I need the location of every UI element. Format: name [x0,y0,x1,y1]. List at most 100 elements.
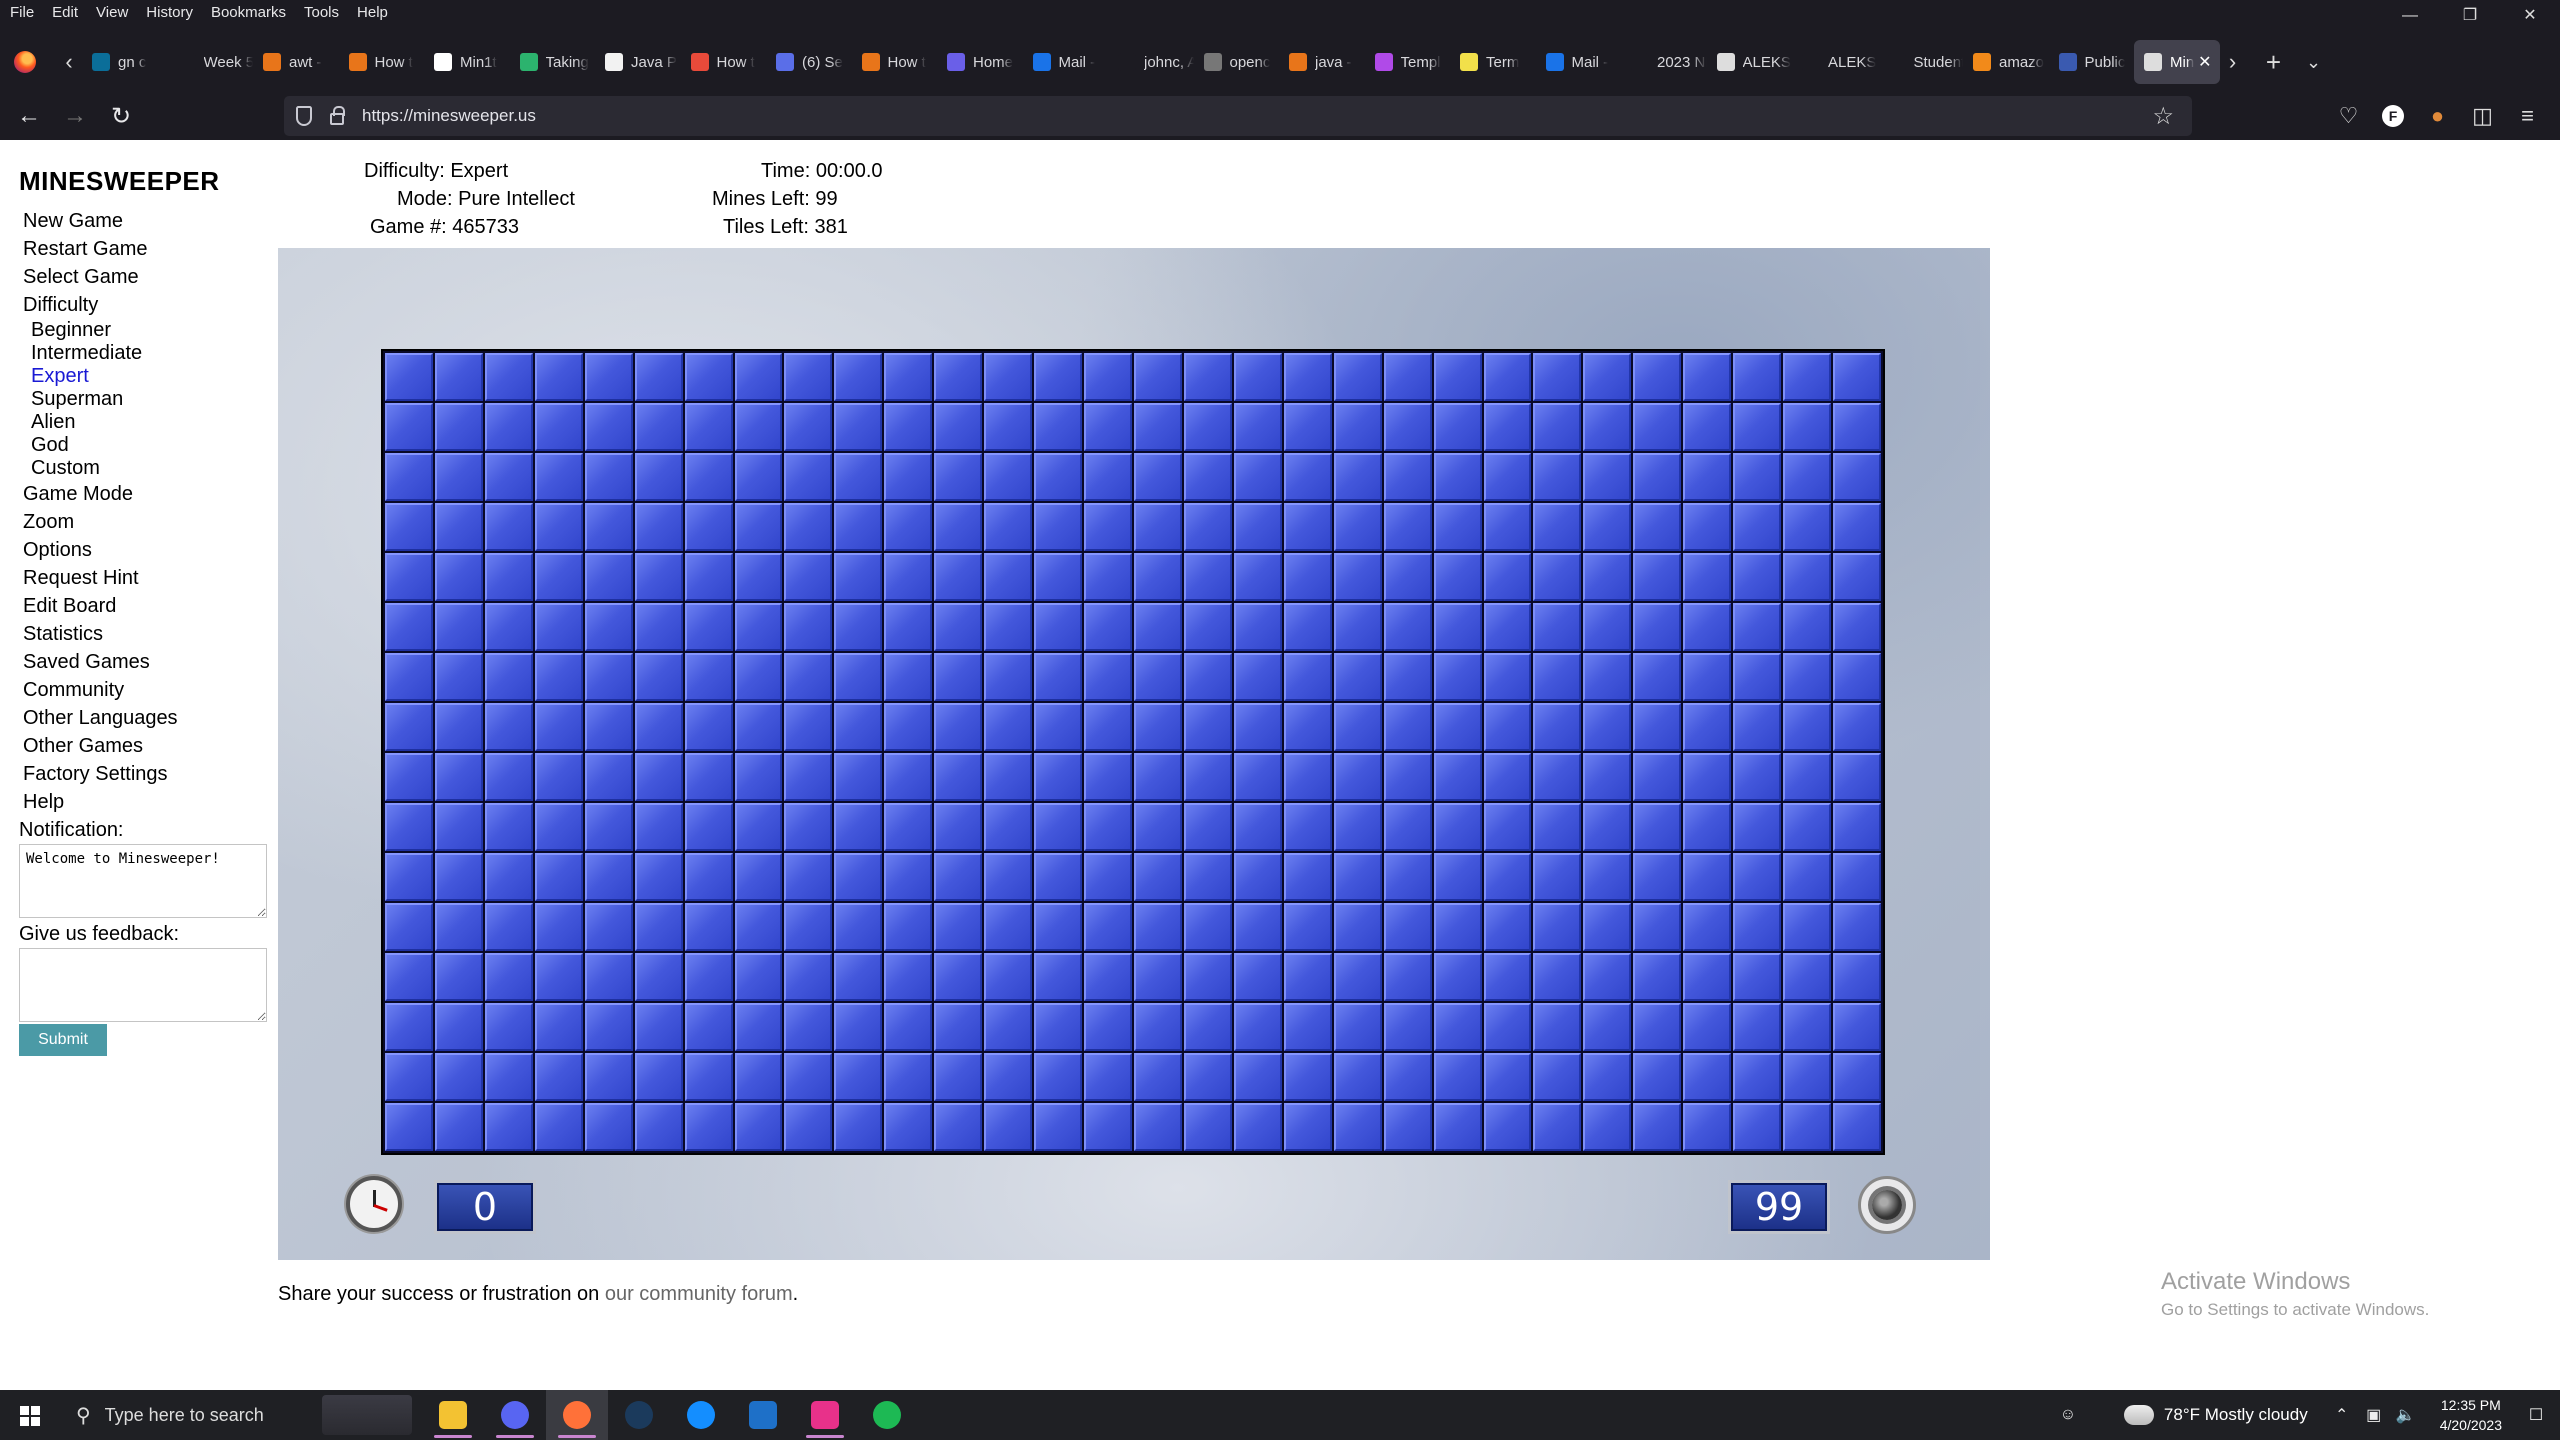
mine-cell[interactable] [1383,503,1432,551]
mine-cell[interactable] [1084,853,1132,901]
mine-cell[interactable] [1183,453,1232,501]
browser-tab[interactable]: Public [2049,40,2135,84]
mine-cell[interactable] [1183,603,1232,651]
mine-cell[interactable] [1084,353,1132,401]
mine-cell[interactable] [784,803,833,851]
mine-cell[interactable] [1433,403,1482,451]
mine-cell[interactable] [484,853,533,901]
mine-cell[interactable] [1533,1003,1582,1051]
mine-cell[interactable] [1034,903,1083,951]
mine-cell[interactable] [1533,403,1582,451]
mine-cell[interactable] [984,503,1033,551]
mine-cell[interactable] [1733,1103,1782,1151]
menu-item-tools[interactable]: Tools [294,4,347,21]
mine-cell[interactable] [1583,403,1632,451]
mine-cell[interactable] [1283,903,1332,951]
mine-cell[interactable] [834,553,883,601]
mine-cell[interactable] [1134,753,1182,801]
mine-cell[interactable] [1783,653,1832,701]
tab-close-icon[interactable]: ✕ [2198,52,2211,72]
mine-cell[interactable] [1333,453,1382,501]
mine-cell[interactable] [684,803,733,851]
mine-cell[interactable] [1633,903,1682,951]
forward-icon[interactable]: → [52,102,98,130]
browser-tab[interactable]: openc [1194,40,1280,84]
sidebar-link-new-game[interactable]: New Game [23,207,269,235]
mine-cell[interactable] [784,853,833,901]
mine-cell[interactable] [1283,753,1332,801]
mine-cell[interactable] [1833,1053,1881,1101]
mine-cell[interactable] [684,1103,733,1151]
mine-cell[interactable] [1333,853,1382,901]
weather-widget[interactable]: 78°F Mostly cloudy [2117,1399,2308,1425]
mine-cell[interactable] [1683,403,1732,451]
mine-cell[interactable] [1533,603,1582,651]
mine-cell[interactable] [1084,603,1132,651]
mine-cell[interactable] [684,953,733,1001]
mine-cell[interactable] [1233,703,1282,751]
mine-cell[interactable] [1483,1103,1532,1151]
mine-cell[interactable] [1034,403,1083,451]
mine-cell[interactable] [1533,453,1582,501]
mine-cell[interactable] [1034,653,1083,701]
mine-cell[interactable] [434,453,483,501]
mine-cell[interactable] [734,803,783,851]
mine-cell[interactable] [1483,553,1532,601]
browser-tab[interactable]: Home [937,40,1023,84]
mine-cell[interactable] [1084,803,1132,851]
mine-cell[interactable] [934,403,983,451]
mine-cell[interactable] [1333,1003,1382,1051]
mine-cell[interactable] [1333,403,1382,451]
mine-cell[interactable] [1383,453,1432,501]
browser-tab[interactable]: ALEKS [1792,40,1878,84]
mine-cell[interactable] [934,353,983,401]
mine-cell[interactable] [1383,953,1432,1001]
mine-cell[interactable] [434,703,483,751]
mine-cell[interactable] [1683,853,1732,901]
sidebar-link-other-languages[interactable]: Other Languages [23,704,269,732]
mine-cell[interactable] [1134,703,1182,751]
mine-cell[interactable] [1183,403,1232,451]
mine-cell[interactable] [884,703,933,751]
mine-cell[interactable] [534,1003,583,1051]
mine-cell[interactable] [934,903,983,951]
mine-cell[interactable] [1183,653,1232,701]
mine-cell[interactable] [1483,903,1532,951]
mine-cell[interactable] [1483,703,1532,751]
mine-cell[interactable] [634,803,683,851]
mine-cell[interactable] [984,403,1033,451]
mine-cell[interactable] [934,453,983,501]
sidebar-link-request-hint[interactable]: Request Hint [23,564,269,592]
browser-tab[interactable]: Term [1450,40,1536,84]
mine-cell[interactable] [1283,853,1332,901]
browser-tab[interactable]: Week 5: C [168,40,253,84]
mine-cell[interactable] [1633,603,1682,651]
mine-cell[interactable] [884,553,933,601]
mine-cell[interactable] [1733,553,1782,601]
mine-cell[interactable] [1383,403,1432,451]
mine-cell[interactable] [584,953,633,1001]
menu-item-view[interactable]: View [86,4,136,21]
mine-cell[interactable] [484,353,533,401]
mine-cell[interactable] [1683,553,1732,601]
mine-cell[interactable] [1583,1103,1632,1151]
mine-cell[interactable] [434,553,483,601]
mine-cell[interactable] [1833,453,1881,501]
mine-cell[interactable] [1283,1003,1332,1051]
mine-cell[interactable] [1533,553,1582,601]
mine-cell[interactable] [434,803,483,851]
mine-cell[interactable] [1333,553,1382,601]
back-icon[interactable]: ← [6,102,52,130]
mine-cell[interactable] [1433,1053,1482,1101]
mine-cell[interactable] [584,553,633,601]
volume-icon[interactable]: 🔈 [2390,1405,2422,1425]
mine-cell[interactable] [1583,703,1632,751]
mine-cell[interactable] [884,853,933,901]
mine-cell[interactable] [1034,1003,1083,1051]
mine-cell[interactable] [1783,953,1832,1001]
mine-cell[interactable] [1633,553,1682,601]
mine-cell[interactable] [1283,603,1332,651]
mine-cell[interactable] [684,853,733,901]
mine-cell[interactable] [1283,403,1332,451]
mine-cell[interactable] [1533,753,1582,801]
